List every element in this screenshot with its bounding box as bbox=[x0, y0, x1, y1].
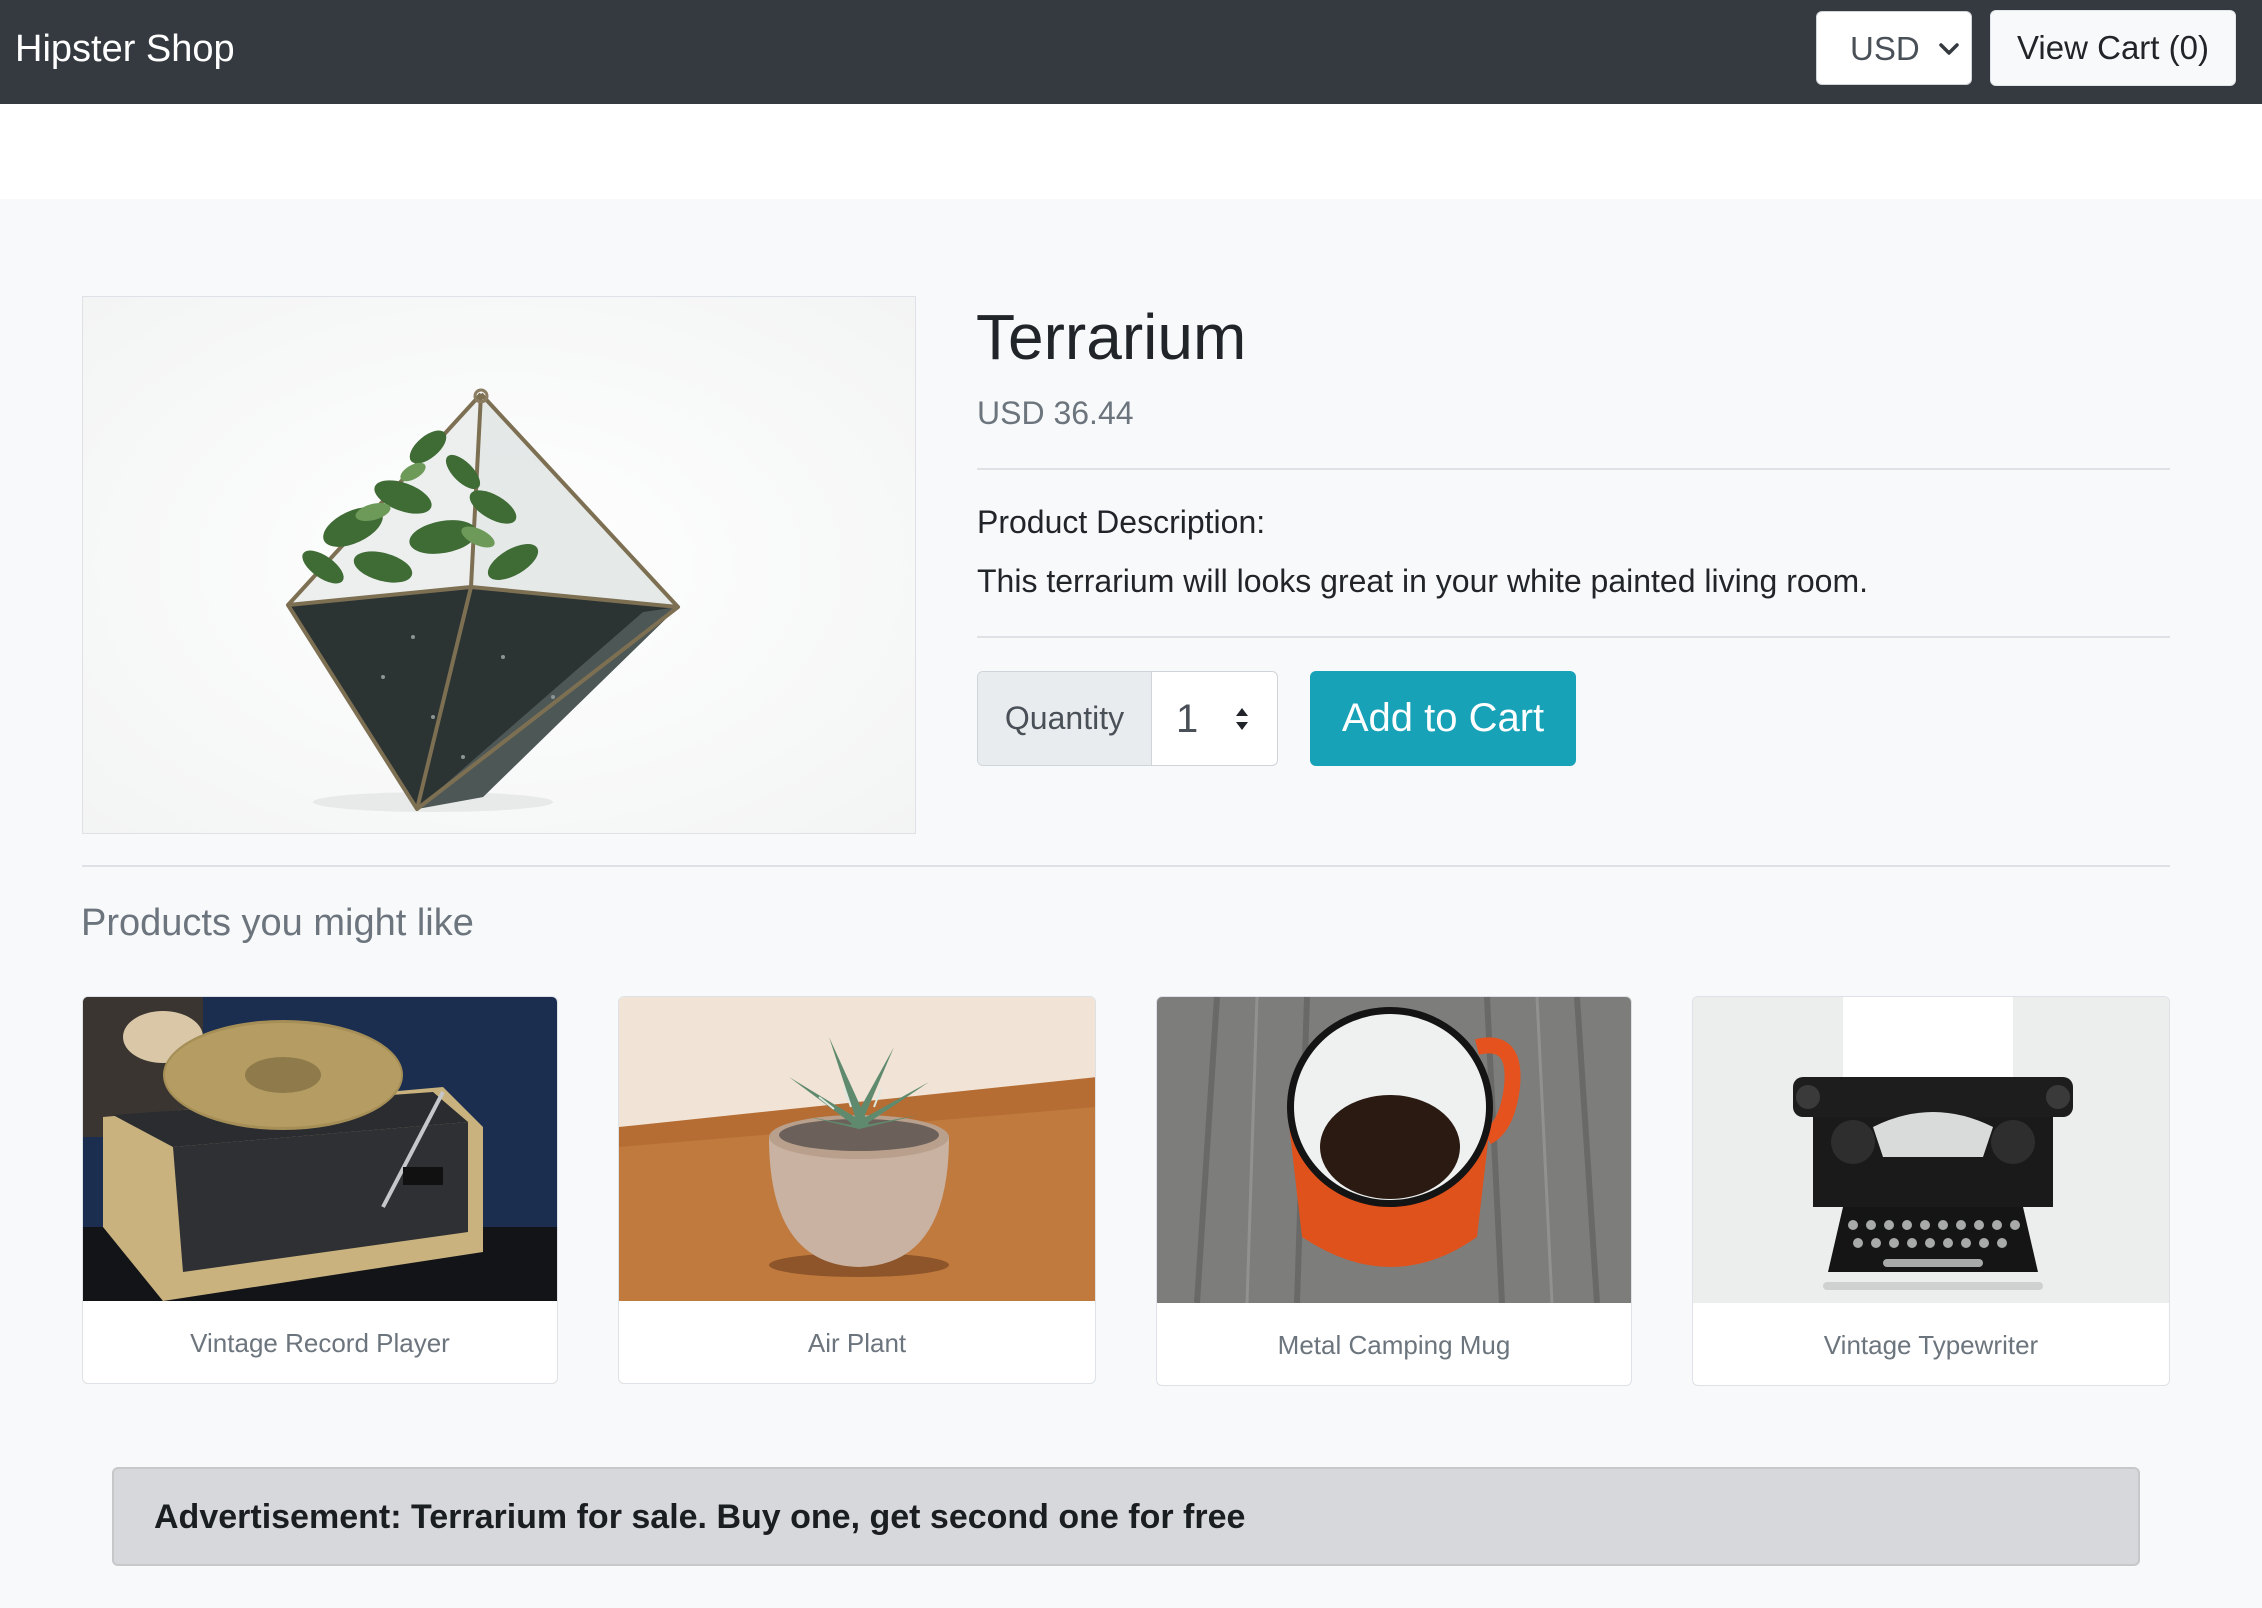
product-price: USD 36.44 bbox=[977, 395, 1134, 431]
currency-select[interactable]: USD bbox=[1816, 11, 1972, 85]
product-card-name[interactable]: Air Plant bbox=[619, 1327, 1095, 1359]
description-heading: Product Description: bbox=[977, 504, 1266, 540]
top-navbar: Hipster Shop USD View Cart (0) bbox=[0, 0, 2262, 104]
divider bbox=[977, 468, 2170, 470]
view-cart-button[interactable]: View Cart (0) bbox=[1990, 10, 2236, 86]
divider bbox=[977, 636, 2170, 638]
product-card-camping-mug[interactable]: Metal Camping Mug bbox=[1156, 996, 1632, 1386]
product-title: Terrarium bbox=[976, 301, 1247, 373]
add-to-cart-button[interactable]: Add to Cart bbox=[1310, 671, 1576, 766]
quantity-label: Quantity bbox=[978, 672, 1152, 765]
product-card-record-player[interactable]: Vintage Record Player bbox=[82, 996, 558, 1384]
record-player-image[interactable] bbox=[83, 997, 558, 1301]
quantity-select[interactable]: 1 bbox=[1176, 698, 1198, 740]
spinner-arrows-icon[interactable] bbox=[1234, 705, 1250, 733]
recommendations-heading: Products you might like bbox=[81, 902, 474, 944]
currency-selected-value: USD bbox=[1850, 30, 1920, 67]
chevron-down-icon bbox=[1939, 43, 1959, 55]
quantity-input-group: Quantity 1 bbox=[977, 671, 1278, 766]
header-spacer bbox=[0, 104, 2262, 199]
advertisement-text[interactable]: Advertisement: Terrarium for sale. Buy o… bbox=[154, 1497, 1245, 1537]
typewriter-image[interactable] bbox=[1693, 997, 2170, 1303]
product-card-typewriter[interactable]: Vintage Typewriter bbox=[1692, 996, 2170, 1386]
air-plant-image[interactable] bbox=[619, 997, 1096, 1301]
advertisement-banner[interactable]: Advertisement: Terrarium for sale. Buy o… bbox=[112, 1467, 2140, 1566]
product-description: This terrarium will looks great in your … bbox=[977, 563, 1869, 599]
product-image-terrarium bbox=[82, 296, 916, 834]
product-card-name[interactable]: Vintage Record Player bbox=[83, 1327, 557, 1359]
brand-logo-text[interactable]: Hipster Shop bbox=[15, 26, 235, 72]
product-card-name[interactable]: Metal Camping Mug bbox=[1157, 1329, 1631, 1361]
product-card-air-plant[interactable]: Air Plant bbox=[618, 996, 1096, 1384]
section-divider bbox=[82, 865, 2170, 867]
product-card-name[interactable]: Vintage Typewriter bbox=[1693, 1329, 2169, 1361]
camping-mug-image[interactable] bbox=[1157, 997, 1632, 1303]
